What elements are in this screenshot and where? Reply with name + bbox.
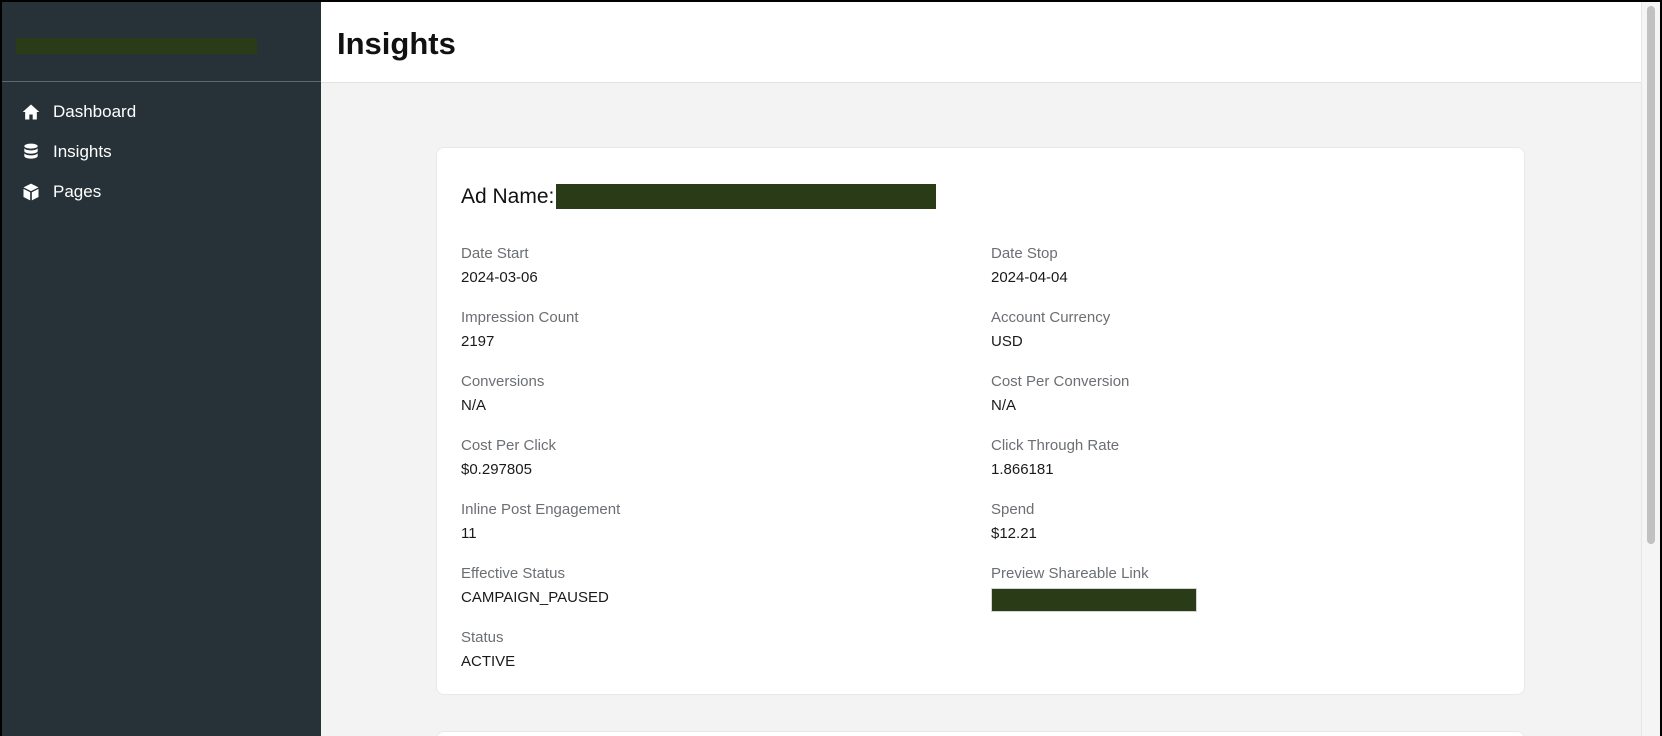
field-label: Conversions (461, 373, 545, 390)
sidebar: Dashboard Insights Pages (2, 2, 321, 736)
field-label: Date Stop (991, 245, 1058, 262)
field-account-currency: Account Currency USD (991, 309, 1110, 351)
field-label: Account Currency (991, 309, 1111, 326)
field-value: ACTIVE (461, 653, 516, 670)
sidebar-item-label: Insights (53, 142, 112, 161)
field-value: USD (991, 333, 1023, 350)
field-spend: Spend $12.21 (991, 501, 1037, 543)
vertical-scrollbar[interactable] (1641, 2, 1660, 736)
field-label: Cost Per Conversion (991, 373, 1130, 390)
field-conversions: Conversions N/A (461, 373, 544, 415)
field-value: 11 (461, 525, 477, 542)
field-label: Inline Post Engagement (461, 501, 621, 518)
field-value: N/A (461, 397, 487, 414)
field-status: Status ACTIVE (461, 629, 515, 671)
sidebar-item-insights[interactable]: Insights (2, 132, 321, 172)
field-impression-count: Impression Count 2197 (461, 309, 579, 351)
field-label: Date Start (461, 245, 529, 262)
sidebar-item-pages[interactable]: Pages (2, 172, 321, 212)
field-label: Spend (991, 501, 1035, 518)
cube-icon (20, 181, 42, 203)
page-header: Insights (321, 2, 1641, 83)
field-value: 1.866181 (991, 461, 1054, 478)
sidebar-item-dashboard[interactable]: Dashboard (2, 92, 321, 132)
preview-link-redacted[interactable] (991, 588, 1197, 612)
field-label: Impression Count (461, 309, 579, 326)
field-label: Effective Status (461, 565, 565, 582)
field-label: Preview Shareable Link (991, 565, 1149, 582)
ad-name-label: Ad Name: (461, 184, 555, 208)
ad-name-value-redacted (556, 184, 937, 209)
field-value: 2197 (461, 333, 495, 350)
field-value: $0.297805 (461, 461, 532, 478)
sidebar-item-label: Pages (53, 182, 102, 201)
sidebar-brand (2, 2, 321, 82)
home-icon (20, 101, 42, 123)
app-window: Dashboard Insights Pages Insights Ad Nam… (2, 2, 1660, 736)
field-inline-post-engagement: Inline Post Engagement 11 (461, 501, 620, 543)
field-date-stop: Date Stop 2024-04-04 (991, 245, 1068, 287)
page-title: Insights (337, 26, 456, 61)
field-cost-per-conversion: Cost Per Conversion N/A (991, 373, 1129, 415)
field-date-start: Date Start 2024-03-06 (461, 245, 538, 287)
ad-name-row: Ad Name: (461, 184, 937, 209)
field-preview-shareable-link: Preview Shareable Link (991, 565, 1197, 612)
scrollbar-thumb[interactable] (1647, 6, 1655, 544)
database-icon (20, 141, 42, 163)
field-effective-status: Effective Status CAMPAIGN_PAUSED (461, 565, 609, 607)
field-cost-per-click: Cost Per Click $0.297805 (461, 437, 556, 479)
field-label: Status (461, 629, 504, 646)
brand-logo-redacted (16, 38, 257, 54)
next-insight-card (436, 731, 1525, 736)
field-value: 2024-04-04 (991, 269, 1068, 286)
field-label: Click Through Rate (991, 437, 1120, 454)
field-value: N/A (991, 397, 1017, 414)
field-value: CAMPAIGN_PAUSED (461, 589, 609, 606)
sidebar-item-label: Dashboard (53, 102, 137, 121)
field-click-through-rate: Click Through Rate 1.866181 (991, 437, 1119, 479)
field-label: Cost Per Click (461, 437, 557, 454)
sidebar-nav: Dashboard Insights Pages (2, 82, 321, 212)
field-value: $12.21 (991, 525, 1037, 542)
field-value: 2024-03-06 (461, 269, 538, 286)
insight-card: Ad Name: Date Start 2024-03-06 Date Stop… (436, 147, 1525, 695)
